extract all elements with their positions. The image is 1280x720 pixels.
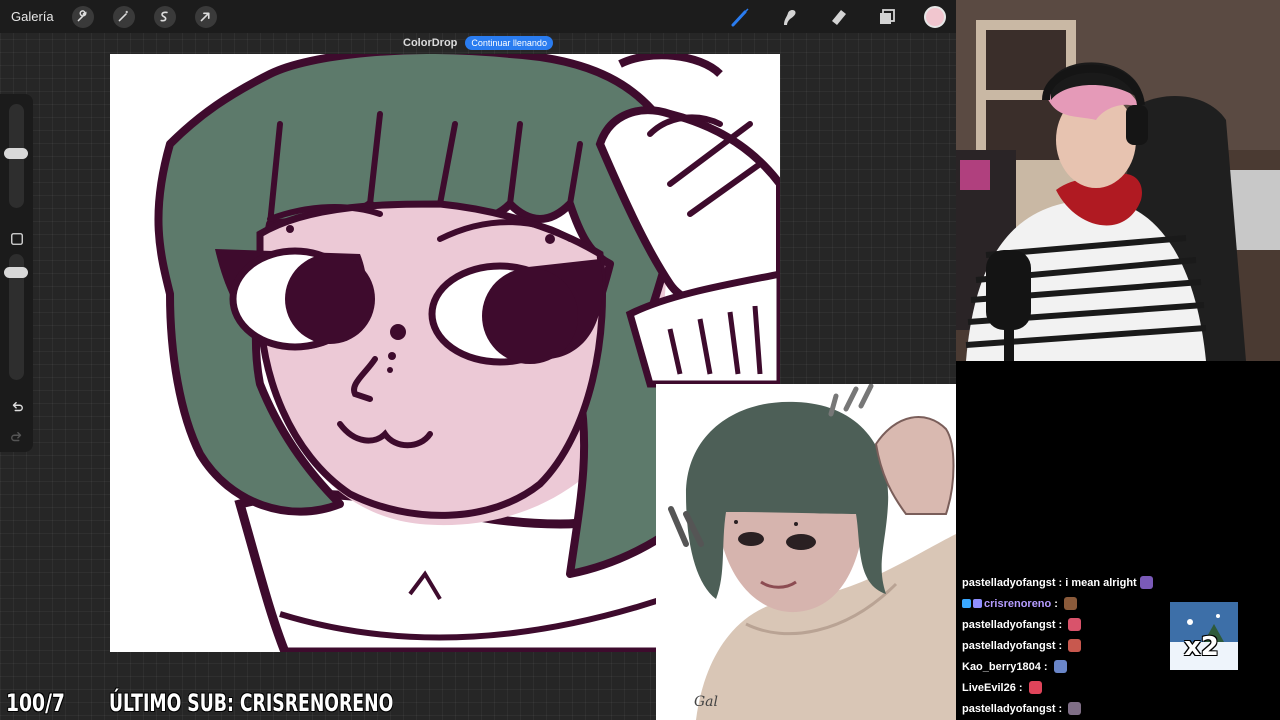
last-sub-label: ÚLTIMO SUB: CRISRENORENO	[109, 689, 394, 717]
gift-multiplier: x2	[1184, 632, 1219, 662]
chat-separator: :	[1058, 639, 1063, 652]
opacity-knob[interactable]	[4, 267, 28, 278]
magic-wand-icon[interactable]	[112, 5, 135, 28]
right-toolset	[728, 0, 952, 33]
gallery-button[interactable]: Galería	[11, 9, 54, 24]
reference-painting: Gal	[656, 384, 956, 720]
layers-icon[interactable]	[875, 5, 899, 29]
chat-username[interactable]: pastelladyofangst	[962, 640, 1056, 652]
colordrop-banner: ColorDrop Continuar llenando	[403, 36, 553, 50]
reference-image[interactable]: Gal	[656, 384, 956, 720]
gift-sub-alert: x2	[1170, 602, 1238, 670]
user-badge-icon[interactable]	[962, 599, 971, 608]
chat-separator: :	[1054, 597, 1058, 610]
brush-icon[interactable]	[728, 5, 752, 29]
chat-separator: :	[1018, 681, 1023, 694]
stream-ticker: 100/7 ÚLTIMO SUB: CRISRENORENO	[0, 686, 660, 720]
chat-text: i mean alright	[1065, 576, 1137, 589]
emote-icon	[1028, 681, 1042, 694]
procreate-workspace: Galería ColorDrop Continuar llenando Gal…	[0, 0, 956, 720]
emote-icon	[1068, 639, 1082, 652]
colordrop-title: ColorDrop	[403, 37, 458, 49]
redo-icon[interactable]	[8, 428, 25, 445]
brush-size-knob[interactable]	[4, 148, 28, 159]
stream-chat: pastelladyofangst: i mean alright crisreno…	[956, 361, 1280, 720]
undo-icon[interactable]	[8, 398, 25, 415]
sub-counter: 100/7	[6, 689, 65, 717]
chat-username[interactable]: pastelladyofangst	[962, 703, 1056, 715]
smudge-icon[interactable]	[777, 5, 801, 29]
user-badge-icon[interactable]	[973, 599, 982, 608]
chat-separator: :	[1058, 702, 1063, 715]
sidebar	[0, 94, 33, 452]
chat-username[interactable]: LiveEvil26	[962, 682, 1016, 694]
color-swatch[interactable]	[924, 5, 946, 28]
transform-arrow-icon[interactable]	[194, 5, 217, 28]
eraser-icon[interactable]	[826, 5, 850, 29]
chat-username[interactable]: pastelladyofangst	[962, 619, 1056, 631]
emote-icon	[1063, 597, 1077, 610]
chat-separator: :	[1058, 576, 1063, 589]
emote-icon	[1053, 660, 1067, 673]
wrench-icon[interactable]	[71, 5, 94, 28]
chat-username[interactable]: Kao_berry1804	[962, 661, 1041, 673]
selection-icon[interactable]	[153, 5, 176, 28]
chat-message: LiveEvil26:	[962, 681, 1042, 694]
modify-square-icon[interactable]	[8, 230, 25, 247]
emote-icon	[1068, 618, 1082, 631]
signature: Gal	[694, 694, 718, 710]
chat-message: crisrenoreno:	[962, 597, 1077, 610]
chat-message: pastelladyofangst: i mean alright	[962, 576, 1153, 589]
chat-message: pastelladyofangst:	[962, 618, 1082, 631]
toolbar: Galería	[0, 0, 956, 33]
chat-message: pastelladyofangst:	[962, 639, 1082, 652]
chat-separator: :	[1043, 660, 1048, 673]
continue-filling-button[interactable]: Continuar llenando	[465, 36, 553, 50]
emote-icon	[1139, 576, 1153, 589]
chat-message: pastelladyofangst:	[962, 702, 1082, 715]
webcam-feed	[956, 0, 1280, 361]
chat-username[interactable]: crisrenoreno	[984, 598, 1051, 610]
chat-separator: :	[1058, 618, 1063, 631]
chat-username[interactable]: pastelladyofangst	[962, 577, 1056, 589]
chat-message: Kao_berry1804:	[962, 660, 1067, 673]
emote-icon	[1068, 702, 1082, 715]
